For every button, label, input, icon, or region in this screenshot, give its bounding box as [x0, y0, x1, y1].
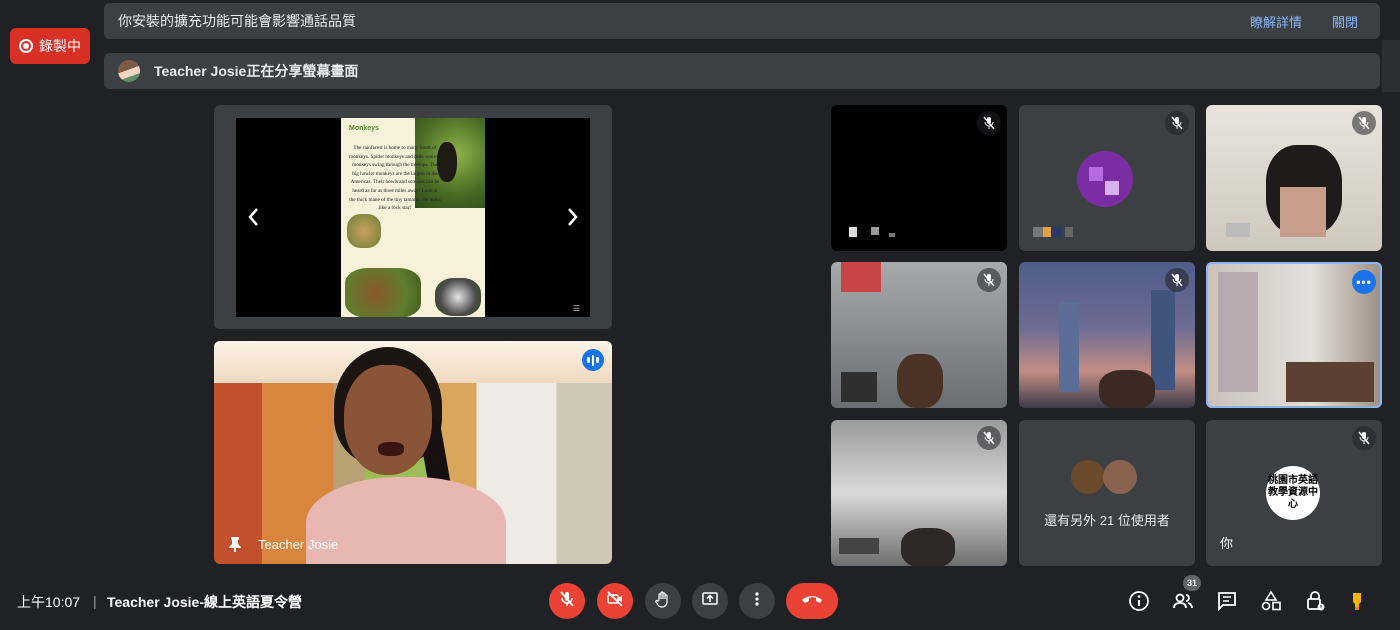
- meeting-title: Teacher Josie-線上英語夏令營: [107, 594, 303, 610]
- slide-text: The rainforest is home to many kinds of …: [349, 145, 441, 212]
- mic-off-icon: [1352, 111, 1376, 135]
- mic-off-icon: [558, 590, 576, 613]
- people-icon[interactable]: [1170, 588, 1196, 614]
- camera-toggle-button[interactable]: [597, 583, 633, 619]
- mic-off-icon: [1352, 426, 1376, 450]
- participant-count-badge: 31: [1183, 575, 1201, 591]
- more-vert-icon: [748, 590, 766, 613]
- presentation-tile[interactable]: Monkeys The rainforest is home to many k…: [214, 105, 612, 329]
- self-label: 你: [1220, 536, 1234, 551]
- camera-off-icon: [606, 590, 624, 613]
- mic-off-icon: [977, 111, 1001, 135]
- avatar: [1071, 460, 1105, 494]
- extension-icon[interactable]: [1344, 588, 1370, 614]
- chat-icon[interactable]: [1214, 588, 1240, 614]
- mic-off-icon: [977, 268, 1001, 292]
- avatar: [1077, 151, 1133, 207]
- hang-up-icon: [801, 592, 823, 610]
- slide-viewer[interactable]: Monkeys The rainforest is home to many k…: [236, 118, 590, 317]
- self-tile[interactable]: 桃園市英語教學資源中心 你: [1206, 420, 1382, 566]
- hand-icon: [654, 590, 672, 613]
- participant-tile[interactable]: [831, 262, 1007, 408]
- host-controls-icon[interactable]: [1302, 588, 1328, 614]
- participant-tile[interactable]: [1019, 262, 1195, 408]
- more-participants-tile[interactable]: 還有另外 21 位使用者: [1019, 420, 1195, 566]
- more-options-button[interactable]: [739, 583, 775, 619]
- raise-hand-button[interactable]: [645, 583, 681, 619]
- presenter-name: Teacher Josie: [258, 537, 339, 552]
- leave-call-button[interactable]: [786, 583, 838, 619]
- present-screen-button[interactable]: [692, 583, 728, 619]
- participant-tile-selected[interactable]: •••: [1206, 262, 1382, 408]
- scrollbar[interactable]: [1382, 40, 1400, 92]
- learn-more-link[interactable]: 瞭解詳情: [1250, 12, 1302, 31]
- mic-off-icon: [1165, 268, 1189, 292]
- participant-tile[interactable]: [1019, 105, 1195, 251]
- recording-icon: [19, 39, 33, 53]
- share-message: Teacher Josie正在分享螢幕畫面: [154, 63, 359, 79]
- tamarin-illustration: [435, 278, 481, 316]
- speaking-indicator-icon: [582, 349, 604, 371]
- presenter-video: [306, 347, 506, 564]
- participant-tile[interactable]: [831, 105, 1007, 251]
- activities-icon[interactable]: [1258, 588, 1284, 614]
- presenter-avatar: [118, 60, 140, 82]
- participant-tile[interactable]: [831, 420, 1007, 566]
- more-options-icon[interactable]: •••: [1352, 270, 1376, 294]
- participant-tile[interactable]: [1206, 105, 1382, 251]
- avatar: [1103, 460, 1137, 494]
- extension-warning-banner: 你安裝的擴充功能可能會影響通話品質 瞭解詳情 關閉: [104, 3, 1380, 39]
- next-slide-icon[interactable]: [566, 206, 580, 232]
- close-banner-link[interactable]: 關閉: [1332, 12, 1358, 31]
- recording-badge[interactable]: 錄製中: [10, 28, 90, 64]
- squirrel-monkey-illustration: [347, 214, 381, 248]
- slide-menu-icon[interactable]: ☰: [573, 304, 580, 313]
- slide-title: Monkeys: [349, 125, 379, 132]
- present-icon: [701, 590, 719, 613]
- others-count-label: 還有另外 21 位使用者: [1044, 513, 1170, 528]
- self-avatar-logo: 桃園市英語教學資源中心: [1266, 466, 1320, 520]
- screen-share-banner: Teacher Josie正在分享螢幕畫面: [104, 53, 1380, 89]
- warning-message: 你安裝的擴充功能可能會影響通話品質: [118, 13, 356, 29]
- meeting-details-icon[interactable]: [1126, 588, 1152, 614]
- pin-icon[interactable]: [228, 536, 242, 552]
- current-time: 上午10:07: [17, 594, 81, 610]
- mic-off-icon: [977, 426, 1001, 450]
- howler-monkey-illustration: [345, 268, 421, 317]
- previous-slide-icon[interactable]: [246, 206, 260, 232]
- recording-label: 錄製中: [39, 38, 81, 54]
- mic-off-icon: [1165, 111, 1189, 135]
- mic-toggle-button[interactable]: [549, 583, 585, 619]
- presenter-video-tile[interactable]: Teacher Josie: [214, 341, 612, 564]
- slide-page: Monkeys The rainforest is home to many k…: [341, 118, 485, 317]
- divider: |: [93, 593, 97, 609]
